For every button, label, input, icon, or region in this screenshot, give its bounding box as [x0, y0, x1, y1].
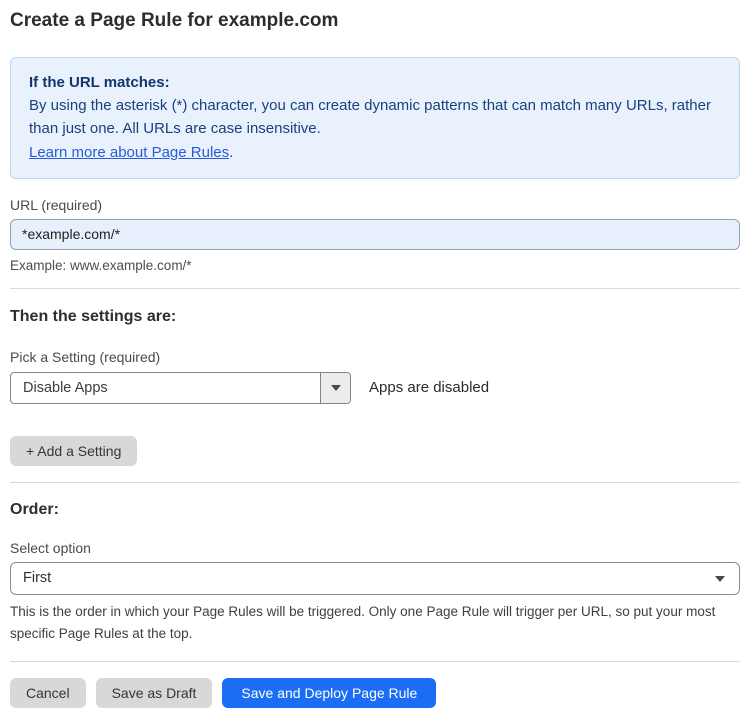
setting-dropdown-value: Disable Apps	[23, 379, 108, 396]
save-as-draft-button[interactable]: Save as Draft	[95, 678, 213, 708]
info-box-body: By using the asterisk (*) character, you…	[29, 97, 711, 138]
order-helper-text: This is the order in which your Page Rul…	[10, 603, 716, 641]
url-field-label: URL (required)	[10, 196, 103, 213]
cancel-button[interactable]: Cancel	[10, 678, 86, 708]
order-select-label: Select option	[10, 539, 91, 556]
setting-status-text: Apps are disabled	[369, 379, 490, 397]
url-input[interactable]	[10, 218, 740, 250]
pick-setting-label: Pick a Setting (required)	[10, 348, 161, 365]
order-section-heading: Order:	[10, 500, 59, 518]
save-and-deploy-button[interactable]: Save and Deploy Page Rule	[222, 678, 437, 708]
setting-dropdown[interactable]: Disable Apps	[10, 371, 351, 404]
url-match-info-box: If the URL matches: By using the asteris…	[10, 56, 740, 179]
footer-divider	[10, 661, 740, 663]
setting-picker-row: Disable Apps Apps are disabled	[10, 371, 740, 404]
section-divider	[10, 287, 740, 289]
section-divider	[10, 481, 740, 483]
settings-section-heading: Then the settings are:	[10, 307, 177, 325]
select-chevron-icon	[715, 575, 725, 582]
dropdown-arrow-icon	[330, 384, 341, 391]
order-select-value: First	[23, 570, 52, 587]
setting-dropdown-arrow-button[interactable]	[320, 372, 350, 403]
learn-more-page-rules-link[interactable]: Learn more about Page Rules	[29, 144, 229, 161]
info-box-link-row: Learn more about Page Rules.	[29, 141, 721, 164]
link-period: .	[229, 143, 234, 161]
order-select[interactable]: First	[10, 561, 740, 595]
add-setting-button[interactable]: + Add a Setting	[10, 435, 138, 466]
action-buttons-row: Cancel Save as Draft Save and Deploy Pag…	[10, 678, 740, 708]
info-box-heading: If the URL matches:	[29, 73, 170, 91]
page-title: Create a Page Rule for example.com	[10, 10, 339, 31]
url-example-helper: Example: www.example.com/*	[10, 257, 192, 273]
